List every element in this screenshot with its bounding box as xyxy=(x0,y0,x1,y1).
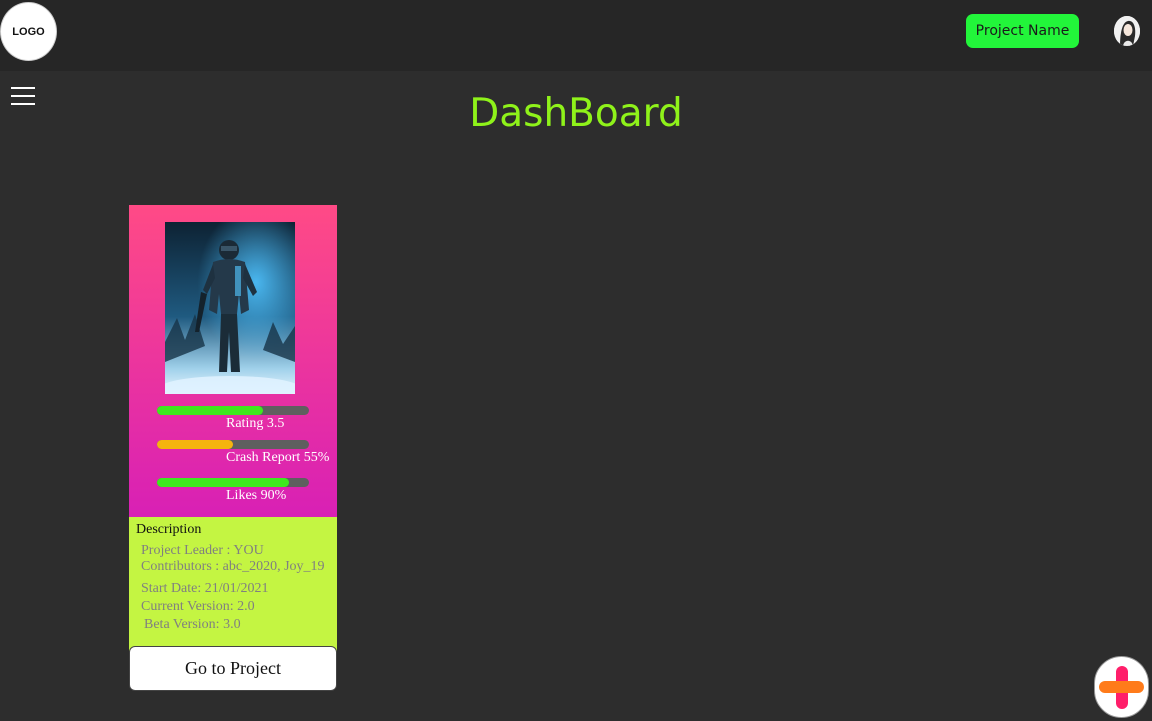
current-version: Current Version: 2.0 xyxy=(141,599,255,614)
add-project-button[interactable] xyxy=(1094,656,1149,718)
project-name-button[interactable]: Project Name xyxy=(966,14,1079,48)
rating-label: Rating 3.5 xyxy=(226,416,285,431)
likes-label: Likes 90% xyxy=(226,488,287,503)
project-leader: Project Leader : YOU xyxy=(141,543,264,558)
crash-report-label: Crash Report 55% xyxy=(226,450,330,465)
crash-report-bar xyxy=(157,440,309,449)
rating-bar-fill xyxy=(157,406,264,415)
user-avatar-icon[interactable] xyxy=(1114,16,1140,46)
card-header: Rating 3.5 Crash Report 55% Likes 90% xyxy=(129,205,337,517)
start-date: Start Date: 21/01/2021 xyxy=(141,581,269,596)
project-thumbnail xyxy=(165,222,295,394)
beta-version: Beta Version: 3.0 xyxy=(144,617,241,632)
likes-bar xyxy=(157,478,309,487)
crash-report-bar-fill xyxy=(157,440,233,449)
description-title: Description xyxy=(136,522,202,537)
rating-bar xyxy=(157,406,309,415)
project-card: Rating 3.5 Crash Report 55% Likes 90% De… xyxy=(129,205,337,691)
logo[interactable]: LOGO xyxy=(0,2,57,61)
card-description: Description Project Leader : YOU Contrib… xyxy=(129,517,337,657)
go-to-project-button[interactable]: Go to Project xyxy=(129,646,337,691)
plus-icon-bar xyxy=(1099,681,1144,693)
top-navbar: LOGO Project Name xyxy=(0,0,1152,71)
page-title: DashBoard xyxy=(469,91,683,136)
contributors: Contributors : abc_2020, Joy_19 xyxy=(141,559,325,574)
likes-bar-fill xyxy=(157,478,290,487)
